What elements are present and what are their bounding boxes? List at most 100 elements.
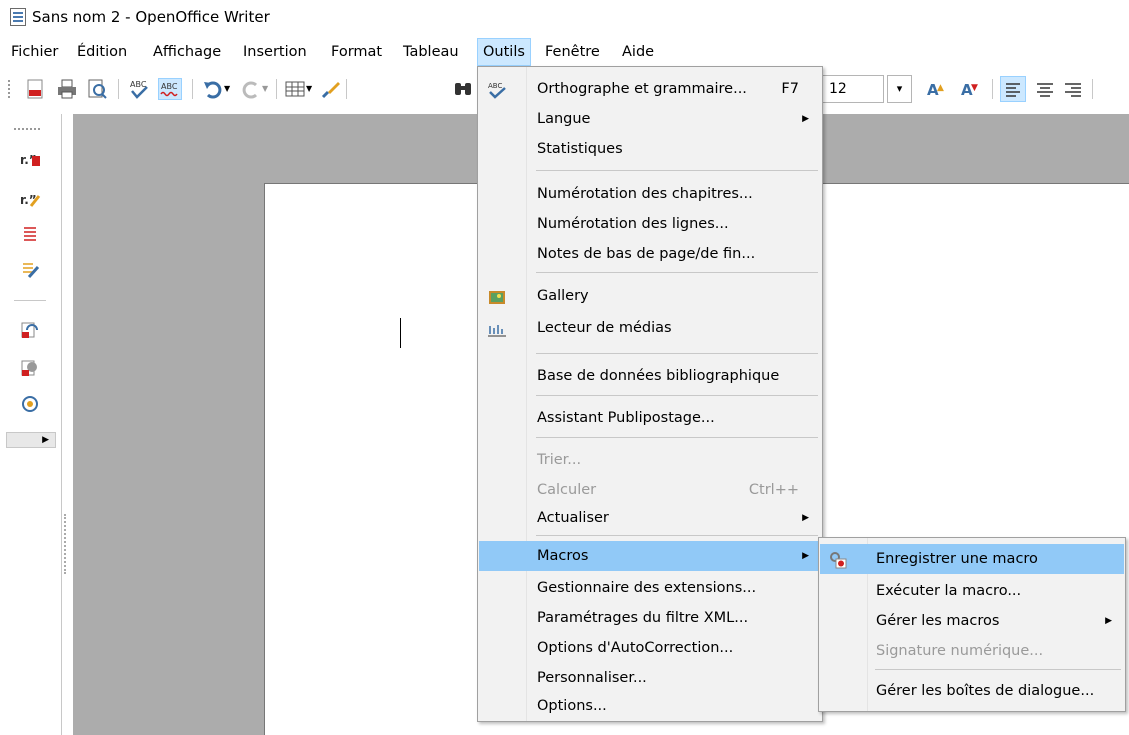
menu-item-label: Gérer les boîtes de dialogue... [876, 683, 1095, 699]
shrink-font-icon[interactable]: A ▼ [960, 78, 982, 100]
toolbar-grip[interactable] [14, 128, 40, 130]
toolbar-grip[interactable] [8, 80, 11, 98]
menu-item-media-player[interactable]: Lecteur de médias [479, 313, 821, 343]
find-icon[interactable] [452, 78, 474, 100]
update-fields-icon[interactable] [19, 320, 41, 340]
sidebar-splitter[interactable] [64, 514, 66, 574]
spellcheck-icon[interactable]: ABC [128, 78, 150, 100]
font-size-dropdown-button[interactable]: ▾ [887, 75, 912, 103]
draw-icon[interactable] [320, 78, 342, 100]
menu-separator [536, 272, 818, 273]
align-center-icon[interactable] [1034, 78, 1056, 100]
menu-item-label: Assistant Publipostage... [537, 410, 715, 426]
svg-text:ABC: ABC [488, 82, 502, 90]
menu-bar: Fichier Édition Affichage Insertion Form… [0, 38, 1129, 66]
font-size-field[interactable]: 12 [822, 75, 884, 103]
redo-icon[interactable] [240, 78, 262, 100]
undo-dropdown-icon[interactable]: ▼ [224, 78, 234, 100]
menu-item-bibliographic-db[interactable]: Base de données bibliographique [479, 361, 821, 391]
table-icon[interactable] [284, 78, 306, 100]
menu-item-shortcut: Ctrl++ [748, 482, 799, 498]
menu-item-manage-dialogs[interactable]: Gérer les boîtes de dialogue... [820, 676, 1124, 706]
media-player-icon [487, 319, 507, 337]
menu-item-chapter-numbering[interactable]: Numérotation des chapitres... [479, 179, 821, 209]
menu-item-spelling[interactable]: ABC Orthographe et grammaire... F7 [479, 74, 821, 104]
grow-font-icon[interactable]: A ▲ [926, 78, 948, 100]
menu-item-label: Options... [537, 698, 607, 714]
menu-separator [536, 353, 818, 354]
menu-item-extensions[interactable]: Gestionnaire des extensions... [479, 573, 821, 603]
menu-item-actualiser[interactable]: Actualiser ▶ [479, 503, 821, 533]
left-toolbar: r.” r.” ▶ [0, 114, 66, 735]
menu-item-statistiques[interactable]: Statistiques [479, 134, 821, 164]
menu-item-label: Orthographe et grammaire... [537, 81, 747, 97]
writer-document-icon [10, 8, 26, 26]
menu-affichage[interactable]: Affichage [148, 38, 226, 66]
menu-item-label: Macros [537, 548, 589, 564]
menu-outils[interactable]: Outils [477, 38, 531, 66]
menu-item-options[interactable]: Options... [479, 691, 821, 721]
menu-fichier[interactable]: Fichier [6, 38, 63, 66]
menu-item-label: Calculer [537, 482, 597, 498]
submenu-arrow-icon: ▶ [1105, 616, 1112, 626]
toolbar-separator [118, 79, 119, 99]
outils-menu: ABC Orthographe et grammaire... F7 Langu… [477, 66, 823, 722]
menu-tableau[interactable]: Tableau [398, 38, 464, 66]
menu-item-record-macro[interactable]: Enregistrer une macro [820, 544, 1124, 574]
print-icon[interactable] [56, 78, 78, 100]
menu-item-customize[interactable]: Personnaliser... [479, 663, 821, 693]
menu-item-digital-signature[interactable]: Signature numérique... [820, 636, 1124, 666]
title-bar: Sans nom 2 - OpenOffice Writer [0, 0, 1129, 36]
macros-submenu: Enregistrer une macro Exécuter la macro.… [818, 537, 1126, 712]
menu-edition[interactable]: Édition [72, 38, 132, 66]
menu-item-footnotes[interactable]: Notes de bas de page/de fin... [479, 239, 821, 269]
edit-list-icon[interactable] [19, 260, 41, 280]
align-right-icon[interactable] [1062, 78, 1084, 100]
menu-fenetre[interactable]: Fenêtre [540, 38, 605, 66]
paragraph-list-icon[interactable] [19, 224, 41, 244]
menu-item-label: Personnaliser... [537, 670, 647, 686]
text-cursor [400, 318, 401, 348]
edit-field-icon[interactable]: r.” [19, 190, 41, 210]
menu-item-label: Gallery [537, 288, 589, 304]
export-pdf-icon[interactable] [24, 78, 46, 100]
menu-separator [536, 170, 818, 171]
record-macro-icon [828, 550, 848, 569]
menu-item-manage-macros[interactable]: Gérer les macros ▶ [820, 606, 1124, 636]
menu-item-label: Base de données bibliographique [537, 368, 780, 384]
align-left-icon[interactable] [1000, 76, 1026, 102]
menu-separator [536, 395, 818, 396]
link-fields-icon[interactable] [19, 394, 41, 414]
toolbar-expand-button[interactable]: ▶ [6, 432, 56, 448]
menu-aide[interactable]: Aide [617, 38, 659, 66]
toolbar-separator [14, 300, 46, 301]
menu-item-autocorrect[interactable]: Options d'AutoCorrection... [479, 633, 821, 663]
menu-item-label: Gérer les macros [876, 613, 1000, 629]
submenu-arrow-icon: ▶ [802, 114, 809, 124]
menu-item-label: Gestionnaire des extensions... [537, 580, 757, 596]
menu-insertion[interactable]: Insertion [238, 38, 312, 66]
menu-item-run-macro[interactable]: Exécuter la macro... [820, 576, 1124, 606]
redo-dropdown-icon[interactable]: ▼ [262, 78, 272, 100]
autospellcheck-icon[interactable]: ABC [158, 78, 182, 100]
menu-item-gallery[interactable]: Gallery [479, 281, 821, 311]
menu-separator [536, 535, 818, 536]
submenu-arrow-icon: ▶ [802, 513, 809, 523]
menu-item-trier[interactable]: Trier... [479, 445, 821, 475]
toolbar-separator [276, 79, 277, 99]
submenu-arrow-icon: ▶ [802, 551, 809, 561]
menu-item-langue[interactable]: Langue ▶ [479, 104, 821, 134]
print-preview-icon[interactable] [86, 78, 108, 100]
table-dropdown-icon[interactable]: ▼ [306, 78, 316, 100]
menu-item-calculer[interactable]: Calculer Ctrl++ [479, 475, 821, 505]
menu-item-mail-merge[interactable]: Assistant Publipostage... [479, 403, 821, 433]
menu-item-label: Actualiser [537, 510, 609, 526]
menu-item-macros[interactable]: Macros ▶ [479, 541, 821, 571]
menu-format[interactable]: Format [326, 38, 387, 66]
undo-icon[interactable] [202, 78, 224, 100]
menu-item-xml-filter[interactable]: Paramétrages du filtre XML... [479, 603, 821, 633]
insert-field-icon[interactable]: r.” [19, 150, 41, 170]
menu-item-line-numbering[interactable]: Numérotation des lignes... [479, 209, 821, 239]
settings-fields-icon[interactable] [19, 358, 41, 378]
svg-text:ABC: ABC [130, 80, 147, 89]
